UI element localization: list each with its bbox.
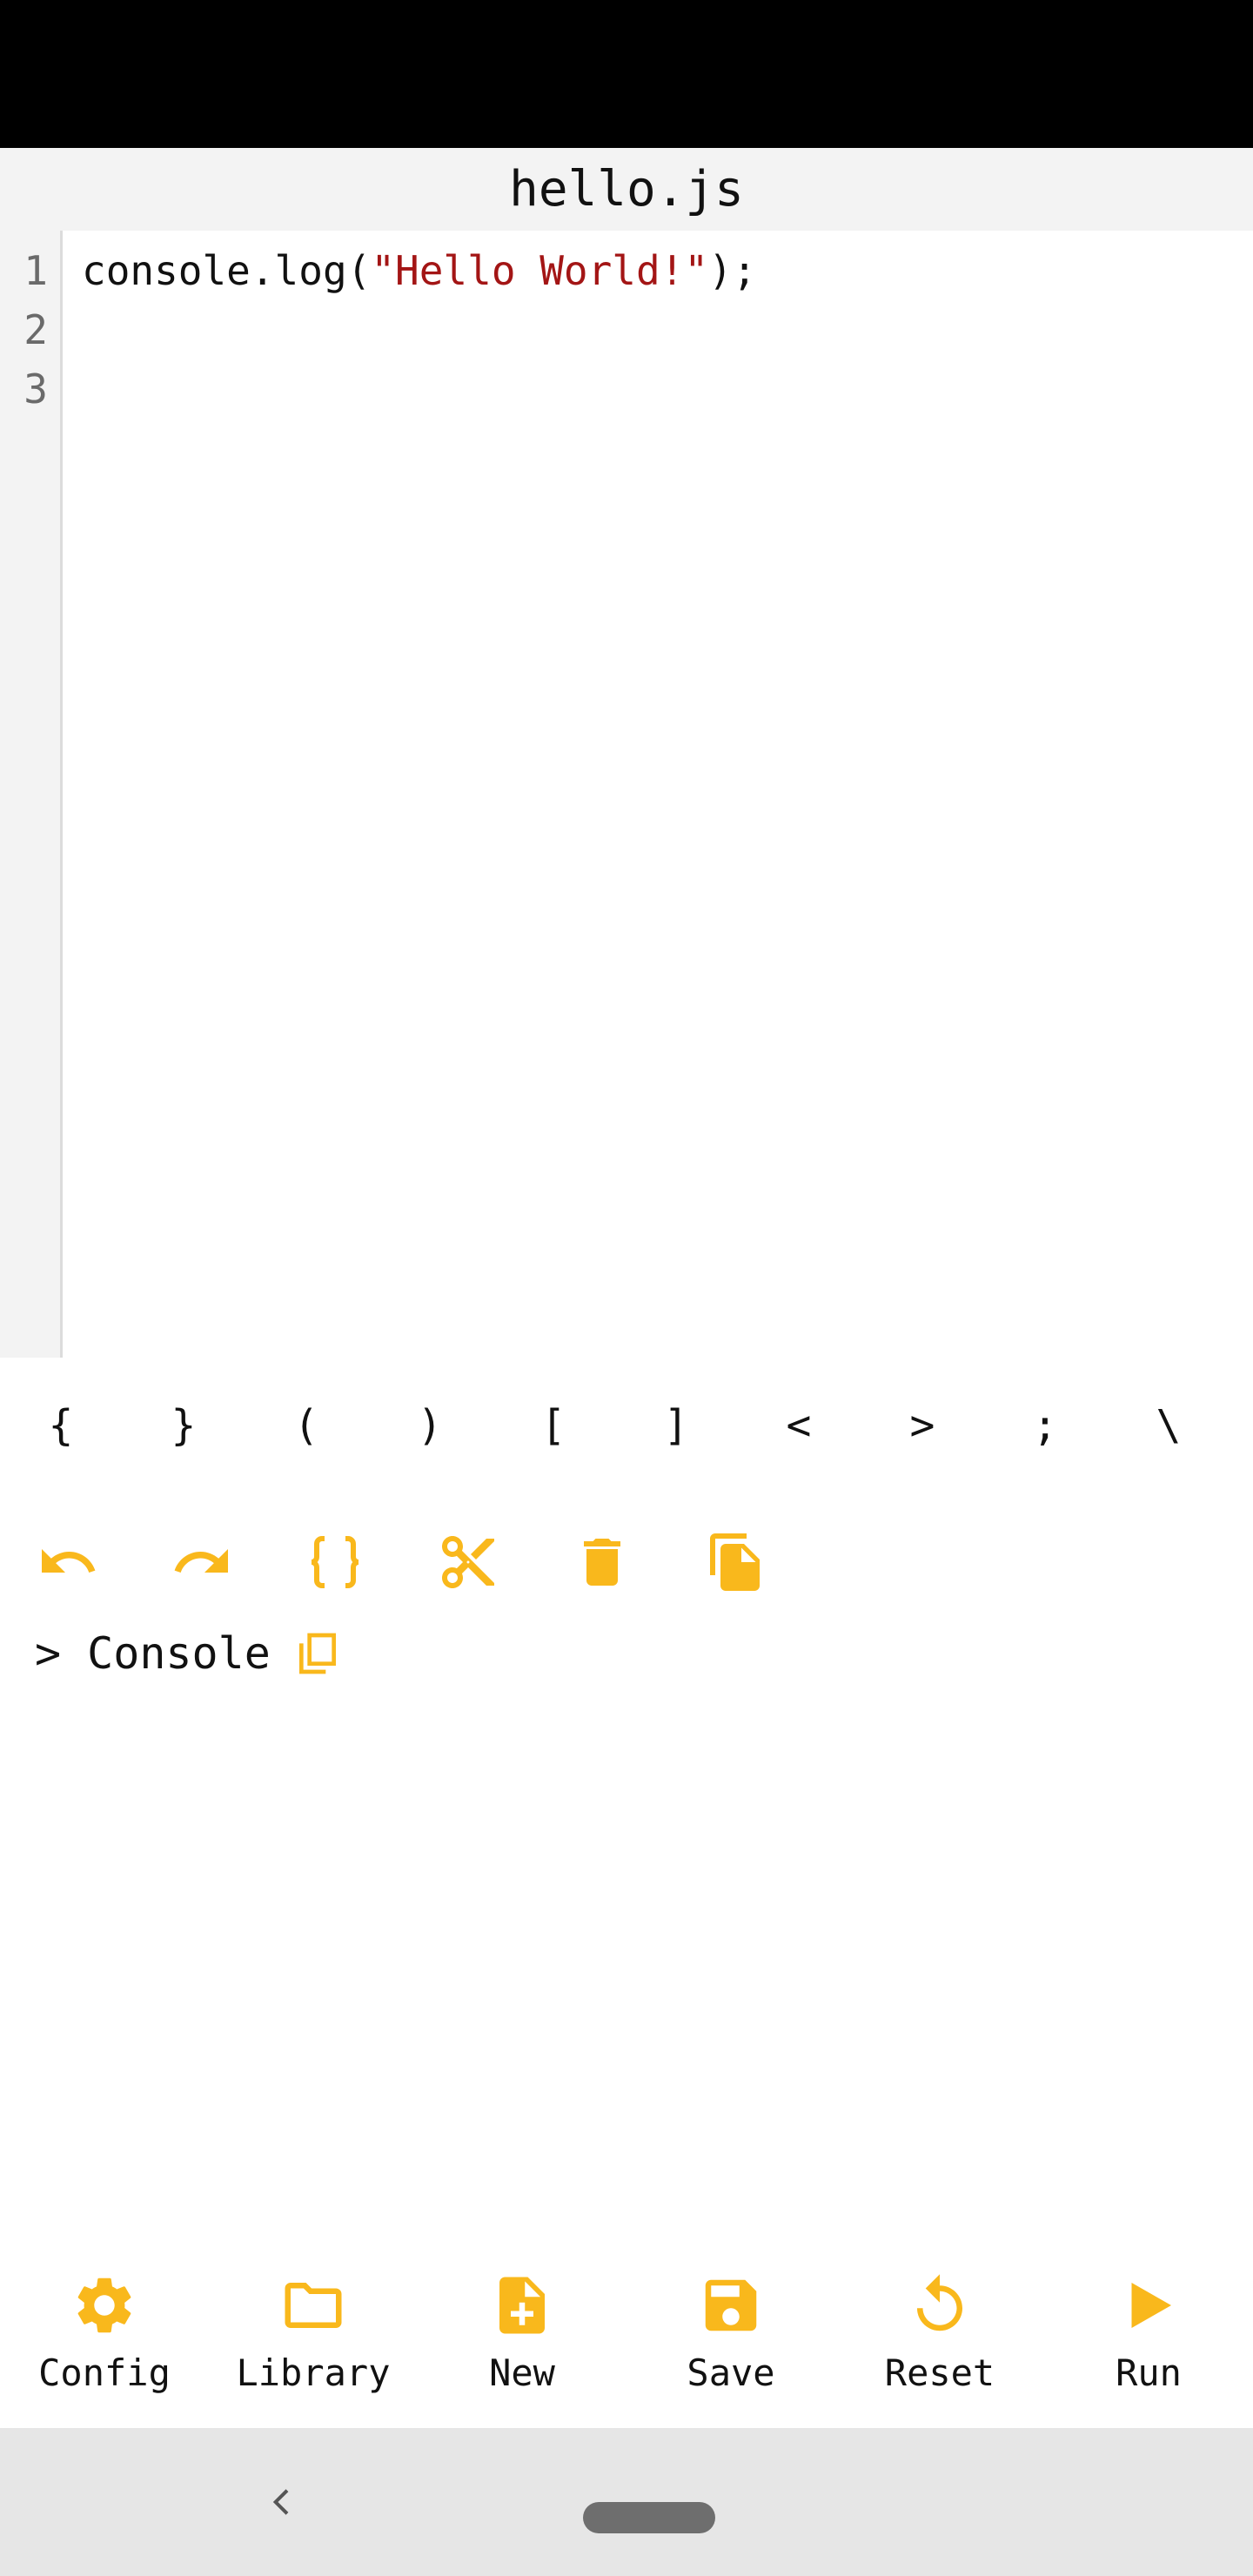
save-icon <box>705 2279 757 2331</box>
undo-button[interactable] <box>33 1527 103 1597</box>
console-output <box>0 1697 1253 2237</box>
reset-icon <box>917 2274 962 2331</box>
code-token: ); <box>708 247 757 294</box>
system-back-button[interactable] <box>252 2472 313 2532</box>
console-prompt: > <box>35 1628 62 1679</box>
console-label: Console <box>87 1628 271 1679</box>
symbol-key-close-paren[interactable]: ) <box>386 1358 473 1493</box>
symbol-key-less-than[interactable]: < <box>755 1358 842 1493</box>
line-number: 2 <box>23 306 48 353</box>
gear-icon <box>77 2277 131 2333</box>
status-bar <box>0 0 1253 148</box>
code-token: console.log( <box>82 247 372 294</box>
symbol-shortcut-row: { } ( ) [ ] < > ; \ <box>0 1358 1253 1493</box>
symbol-key-open-brace[interactable]: { <box>17 1358 104 1493</box>
code-editor[interactable]: 1 2 3 console.log("Hello World!"); <box>0 231 1253 1358</box>
redo-button[interactable] <box>167 1527 237 1597</box>
file-title: hello.js <box>509 161 744 218</box>
cut-icon <box>442 1536 494 1588</box>
file-title-bar: hello.js <box>0 148 1253 231</box>
copy-icon[interactable] <box>293 1629 342 1678</box>
save-button[interactable]: Save <box>644 2271 818 2419</box>
line-number-gutter: 1 2 3 <box>0 231 63 1358</box>
paste-icon <box>710 1533 760 1591</box>
console-header: > Console <box>35 1619 342 1688</box>
run-button[interactable]: Run <box>1062 2271 1236 2419</box>
symbol-key-greater-than[interactable]: > <box>879 1358 966 1493</box>
symbol-key-close-bracket[interactable]: ] <box>633 1358 720 1493</box>
reset-button[interactable]: Reset <box>853 2271 1027 2419</box>
new-file-icon <box>499 2277 545 2334</box>
play-icon <box>1131 2283 1171 2328</box>
format-code-button[interactable] <box>300 1527 370 1597</box>
new-label: New <box>489 2351 555 2394</box>
undo-icon <box>42 1549 96 1573</box>
delete-button[interactable] <box>567 1527 637 1597</box>
code-line[interactable]: console.log("Hello World!"); <box>82 241 756 300</box>
edit-toolbar <box>0 1493 1253 1623</box>
save-label: Save <box>687 2351 775 2394</box>
line-number: 3 <box>23 366 48 413</box>
cut-button[interactable] <box>433 1527 503 1597</box>
symbol-key-open-bracket[interactable]: [ <box>510 1358 597 1493</box>
bottom-nav: Config Library New Save Reset Run <box>0 2237 1253 2428</box>
new-file-button[interactable]: New <box>435 2271 609 2419</box>
line-number: 1 <box>23 247 48 294</box>
delete-icon <box>584 1539 620 1586</box>
code-string-token: "Hello World!" <box>371 247 709 294</box>
symbol-key-semicolon[interactable]: ; <box>1002 1358 1089 1493</box>
reset-label: Reset <box>884 2351 995 2394</box>
redo-icon <box>174 1549 228 1573</box>
symbol-key-backslash[interactable]: \ <box>1125 1358 1212 1493</box>
paste-button[interactable] <box>701 1527 771 1597</box>
symbol-key-open-paren[interactable]: ( <box>263 1358 350 1493</box>
symbol-key-close-brace[interactable]: } <box>140 1358 227 1493</box>
chevron-left-icon <box>272 2489 289 2515</box>
format-braces-icon <box>311 1536 359 1588</box>
library-button[interactable]: Library <box>226 2271 400 2419</box>
run-label: Run <box>1116 2351 1182 2394</box>
library-label: Library <box>236 2351 391 2394</box>
folder-icon <box>285 2283 342 2328</box>
config-button[interactable]: Config <box>17 2271 191 2419</box>
config-label: Config <box>38 2351 171 2394</box>
system-home-button[interactable] <box>583 2502 715 2533</box>
